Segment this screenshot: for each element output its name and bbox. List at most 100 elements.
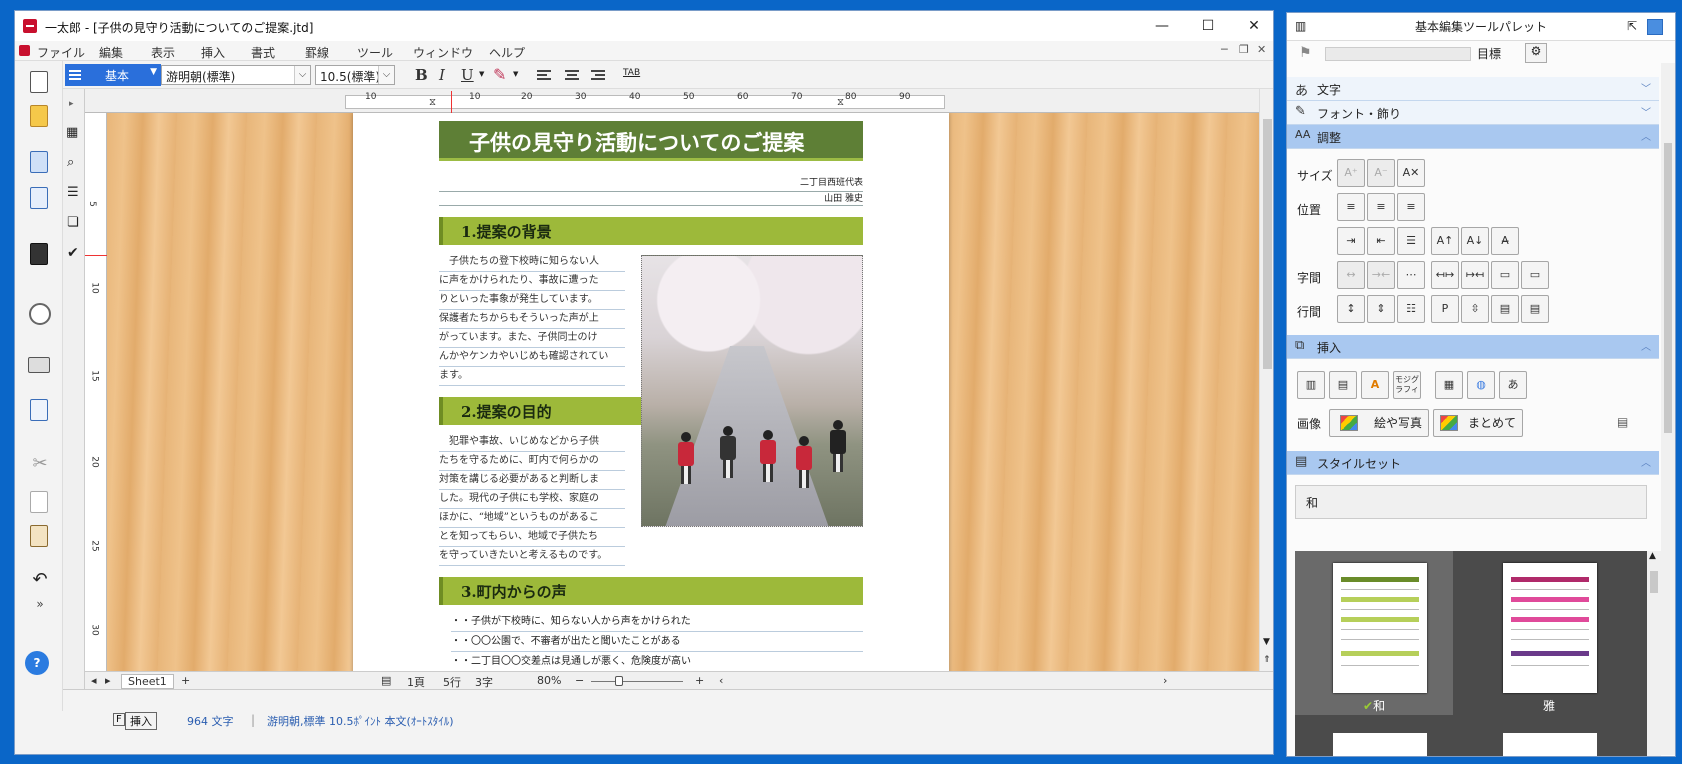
- page-up-icon[interactable]: ⇑: [1263, 655, 1271, 665]
- close-button[interactable]: ✕: [1231, 11, 1273, 41]
- mdi-restore-icon[interactable]: ❐: [1239, 43, 1249, 56]
- styleset-thumbnail-wa[interactable]: [1333, 563, 1427, 693]
- line-gap-button[interactable]: ▤: [1491, 295, 1519, 323]
- cut-button[interactable]: ✂: [27, 453, 53, 479]
- style-selector[interactable]: 基本 ▼: [65, 64, 161, 86]
- styleset-category[interactable]: 和: [1295, 485, 1647, 519]
- chevron-down-icon[interactable]: ⌵: [378, 66, 394, 84]
- vertical-scrollbar[interactable]: ▼ ⇑ ⇓: [1259, 89, 1273, 721]
- mdi-minimize-icon[interactable]: ─: [1221, 43, 1228, 56]
- document-area[interactable]: 子供の見守り活動についてのご提案 二丁目西班代表 山田 雅史 1.提案の背景 子…: [107, 113, 1269, 709]
- dropdown-arrow-icon[interactable]: ▼: [479, 70, 484, 78]
- word-spacing-narrow-button[interactable]: ↦↤: [1461, 261, 1489, 289]
- undo-button[interactable]: ↶: [27, 569, 53, 595]
- palette-scrollbar[interactable]: [1661, 63, 1675, 755]
- font-combo[interactable]: 游明朝(標準) ⌵: [161, 65, 311, 85]
- highlight-icon[interactable]: ✎: [493, 65, 506, 84]
- scrollbar-thumb[interactable]: [1650, 571, 1658, 593]
- align-right-button[interactable]: ≡: [1397, 193, 1425, 221]
- superscript-button[interactable]: A↑: [1431, 227, 1459, 255]
- section-header-insert[interactable]: ⧉ 挿入 ︿: [1287, 335, 1659, 359]
- paste-button[interactable]: [27, 523, 53, 549]
- next-sheet-icon[interactable]: ▸: [105, 674, 111, 687]
- styleset-thumbnail-next[interactable]: [1503, 733, 1597, 756]
- chevron-down-icon[interactable]: ⌵: [294, 66, 310, 84]
- underline-button[interactable]: U: [461, 66, 474, 84]
- horizontal-ruler[interactable]: 10 10 20 30 40 50 60 70 80 90 ⧖ ⧖: [85, 89, 1273, 113]
- menu-help[interactable]: ヘルプ: [489, 44, 525, 61]
- tab-button[interactable]: TAB: [623, 68, 640, 78]
- children-photo[interactable]: [641, 255, 863, 527]
- indent-increase-button[interactable]: ⇥: [1337, 227, 1365, 255]
- insert-ruby-button[interactable]: あ: [1499, 371, 1527, 399]
- device-preview-button[interactable]: [27, 241, 53, 267]
- new-document-button[interactable]: [27, 69, 53, 95]
- thumbnail-view-icon[interactable]: ▦: [66, 125, 78, 140]
- align-left-icon[interactable]: [537, 70, 551, 80]
- menu-file[interactable]: ファイル: [37, 44, 85, 61]
- font-larger-button[interactable]: A⁺: [1337, 159, 1365, 187]
- bold-button[interactable]: B: [415, 66, 428, 84]
- zoom-slider-thumb[interactable]: [615, 676, 623, 686]
- section-header-text[interactable]: あ文字 ﹀: [1287, 77, 1659, 101]
- jump-button[interactable]: [27, 301, 53, 327]
- menu-format[interactable]: 書式: [251, 44, 275, 61]
- menu-window[interactable]: ウィンドウ: [413, 44, 473, 61]
- ruby-spacing-button[interactable]: ▭: [1491, 261, 1519, 289]
- baseline-reset-button[interactable]: A̶: [1491, 227, 1519, 255]
- char-spacing-narrow-button[interactable]: →←: [1367, 261, 1395, 289]
- insert-picture-button[interactable]: 絵や写真: [1329, 409, 1429, 437]
- more-button[interactable]: »: [27, 597, 53, 623]
- help-button[interactable]: ?: [25, 651, 49, 675]
- insert-mode[interactable]: 挿入: [125, 712, 157, 730]
- copy-button[interactable]: [27, 489, 53, 515]
- char-spacing-reset-button[interactable]: ⋯: [1397, 261, 1425, 289]
- ruby-spacing-reset-button[interactable]: ▭: [1521, 261, 1549, 289]
- line-gap-reset-button[interactable]: ▤: [1521, 295, 1549, 323]
- line-spacing-narrow-button[interactable]: ⇕: [1367, 295, 1395, 323]
- subscript-button[interactable]: A↓: [1461, 227, 1489, 255]
- insert-shape-button[interactable]: ◍: [1467, 371, 1495, 399]
- save-button[interactable]: [27, 149, 53, 175]
- scrollbar-thumb[interactable]: [1664, 143, 1672, 433]
- line-spacing-reset-button[interactable]: ☷: [1397, 295, 1425, 323]
- add-sheet-button[interactable]: +: [181, 674, 190, 687]
- char-spacing-wide-button[interactable]: ↔: [1337, 261, 1365, 289]
- outline-icon[interactable]: ☰: [67, 185, 79, 200]
- print-button[interactable]: [27, 351, 53, 377]
- section-header-styleset[interactable]: ▤ スタイルセット ︿: [1287, 451, 1659, 475]
- styleset-thumbnail-miyabi[interactable]: [1503, 563, 1597, 693]
- minimize-button[interactable]: —: [1139, 11, 1185, 41]
- indent-reset-button[interactable]: ☰: [1397, 227, 1425, 255]
- insert-vertical-textbox-button[interactable]: ▥: [1297, 371, 1325, 399]
- save-as-button[interactable]: [27, 185, 53, 211]
- font-smaller-button[interactable]: A⁻: [1367, 159, 1395, 187]
- italic-button[interactable]: I: [439, 66, 445, 84]
- insert-frame-button[interactable]: ▦: [1435, 371, 1463, 399]
- insert-batch-button[interactable]: まとめて: [1433, 409, 1523, 437]
- view-mode-icon[interactable]: ▤: [381, 674, 391, 687]
- expand-arrow-icon[interactable]: ▸: [69, 99, 74, 109]
- indent-marker-icon[interactable]: ⧖: [837, 97, 844, 108]
- styleset-scrollbar[interactable]: ▲: [1647, 551, 1661, 756]
- section-header-font[interactable]: ✎ フォント・飾り ﹀: [1287, 101, 1659, 125]
- size-combo[interactable]: 10.5(標準) ⌵: [315, 65, 395, 85]
- document-icon[interactable]: [19, 45, 30, 56]
- settings-button[interactable]: [27, 397, 53, 423]
- scroll-left-icon[interactable]: ‹: [719, 674, 723, 687]
- dropdown-arrow-icon[interactable]: ▼: [513, 70, 518, 78]
- sheet-tab[interactable]: Sheet1: [121, 674, 174, 689]
- goal-settings-button[interactable]: ⚙: [1525, 43, 1547, 63]
- moji-graphy-button[interactable]: モジグラフィ: [1393, 371, 1421, 399]
- prev-sheet-icon[interactable]: ◂: [91, 674, 97, 687]
- menu-edit[interactable]: 編集: [99, 44, 123, 61]
- palette-menu-icon[interactable]: ▥: [1295, 19, 1306, 33]
- indent-marker-icon[interactable]: ⧖: [429, 97, 436, 108]
- indent-decrease-button[interactable]: ⇤: [1367, 227, 1395, 255]
- font-reset-button[interactable]: A✕: [1397, 159, 1425, 187]
- maximize-button[interactable]: ☐: [1185, 11, 1231, 41]
- vertical-ruler[interactable]: 5 10 15 20 25 30: [85, 113, 107, 709]
- document-page[interactable]: 子供の見守り活動についてのご提案 二丁目西班代表 山田 雅史 1.提案の背景 子…: [353, 113, 949, 709]
- paragraph-button[interactable]: P: [1431, 295, 1459, 323]
- line-spacing-wide-button[interactable]: ↕: [1337, 295, 1365, 323]
